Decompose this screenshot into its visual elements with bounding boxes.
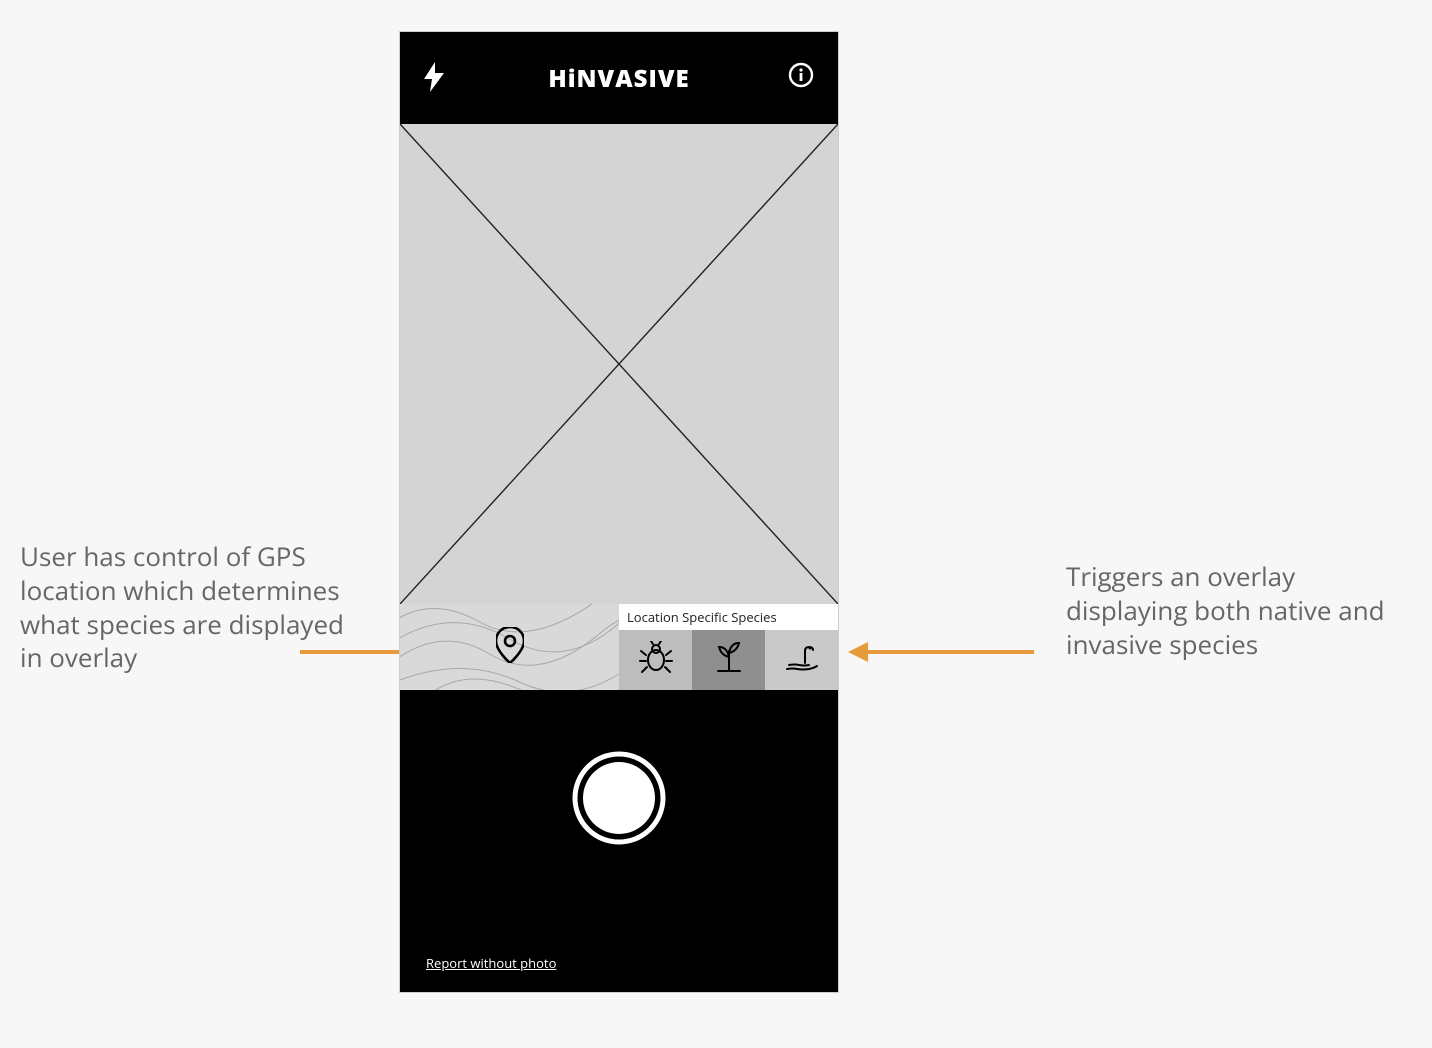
app-header: HiNVASIVE [400,32,838,124]
phone-frame: HiNVASIVE [400,32,838,992]
annotation-species: Triggers an overlay displaying both nati… [1066,560,1396,661]
species-plant-button[interactable] [692,630,765,690]
diagram-canvas: User has control of GPS location which d… [0,0,1432,1048]
map-pin-icon [496,627,524,668]
mid-toolbar: Location Specific Species [400,604,838,690]
shutter-button[interactable] [571,750,667,851]
camera-controls: Report without photo [400,690,838,992]
species-panel: Location Specific Species [619,604,838,690]
snake-icon [783,643,821,678]
info-icon[interactable] [788,62,814,93]
plant-icon [712,641,746,680]
gps-location-button[interactable] [400,604,619,690]
annotation-arrow-right [848,640,1034,664]
species-panel-label: Location Specific Species [619,604,838,630]
species-bug-button[interactable] [619,630,692,690]
flash-icon[interactable] [424,62,444,97]
camera-viewport-placeholder [400,124,838,604]
app-title: HiNVASIVE [548,62,689,95]
species-snake-button[interactable] [765,630,838,690]
bug-icon [639,641,673,680]
report-without-photo-link[interactable]: Report without photo [426,954,556,972]
